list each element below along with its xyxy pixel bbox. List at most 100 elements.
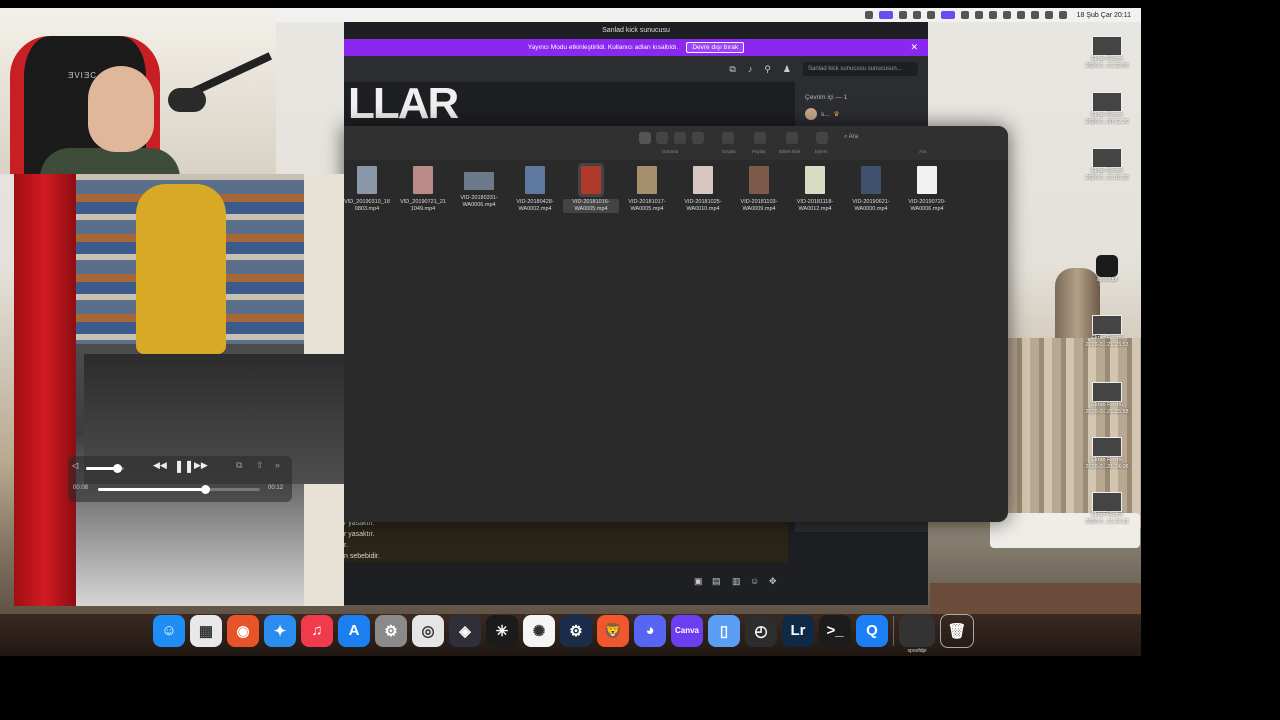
dock-finder-icon[interactable]: ☺	[153, 614, 185, 647]
wifi-icon[interactable]	[1016, 11, 1025, 19]
desktop-icon[interactable]: Ekran Resmi 2026-0...21.23.53	[1072, 315, 1142, 349]
display-icon[interactable]	[960, 11, 969, 19]
threads-icon[interactable]: ⧉	[729, 64, 735, 75]
screenshot-icon[interactable]	[864, 11, 873, 19]
file-item[interactable]: VID-20190720- WA0006.mp4	[899, 166, 955, 213]
file-item[interactable]: VID-20181016- WA0005.mp4	[563, 163, 619, 213]
file-name: VID-20181118- WA0012.mp4	[796, 199, 834, 212]
dock-discord-icon[interactable]: ◕	[634, 614, 666, 647]
dock-chrome-icon[interactable]: ◎	[412, 614, 444, 647]
disable-streamer-mode-button[interactable]: Devre dışı bırak	[686, 42, 745, 53]
close-icon[interactable]: ✕	[910, 39, 918, 56]
notification-bell-icon[interactable]: ♪	[748, 64, 753, 74]
screen-share-icon[interactable]	[940, 11, 955, 19]
share-button[interactable]	[754, 132, 766, 144]
video-player[interactable]	[14, 174, 344, 606]
menu-bar-clock[interactable]: 18 Şub Çar 20:11	[1077, 12, 1131, 19]
file-item[interactable]: VID-20181025- WA0010.mp4	[675, 166, 731, 213]
apps-icon[interactable]: ✥	[769, 576, 777, 587]
desktop-icon[interactable]: Ekran Resmi 2026-0...21.24.06	[1072, 437, 1142, 471]
screenshot-thumbnail	[1092, 382, 1122, 402]
screenshot-thumbnail	[1092, 437, 1122, 457]
siri-icon[interactable]	[1058, 11, 1067, 19]
dock-terminal-icon[interactable]: >_	[819, 614, 851, 647]
column-view-button[interactable]	[674, 132, 686, 144]
file-item[interactable]: VID-20180331- WA0006.mp4	[451, 166, 507, 209]
desktop-icon[interactable]: Ekran Resmi 2026-0...21.23.58	[1072, 382, 1142, 416]
dock-canva-icon[interactable]: Canva	[671, 614, 703, 647]
progress-bar[interactable]	[98, 485, 260, 494]
picture-in-picture-icon[interactable]: ⧉	[236, 460, 242, 471]
desktop-icon[interactable]: Ekran Resmi 2026-0...21.24.22	[1072, 492, 1142, 526]
file-item[interactable]: VID_20190721_21 1049.mp4	[395, 166, 451, 213]
gif-icon[interactable]: ▤	[712, 576, 721, 587]
search-icon[interactable]	[1030, 11, 1039, 19]
dock-folder-icon[interactable]: spoofdpi	[899, 614, 935, 654]
stage-manager-icon[interactable]	[878, 11, 893, 19]
dock-steam-icon[interactable]: ⚙	[560, 614, 592, 647]
server-search-input[interactable]: Sanlad kick sunucusu sunucusun...	[803, 62, 918, 76]
dock-perplexity-icon[interactable]: ✳	[486, 614, 518, 647]
toolbar-label: Eylem	[815, 149, 828, 154]
gift-icon[interactable]: ▣	[694, 576, 703, 587]
message-line: r yasaktır.	[344, 531, 375, 538]
file-item[interactable]: VID-20181103- WA0009.mp4	[731, 166, 787, 213]
desktop-icon-label: spoofdpi	[1096, 277, 1118, 283]
file-name: VID-20190621- WA0000.mp4	[852, 199, 890, 212]
file-item[interactable]: VID_20190310_18 0803.mp4	[339, 166, 395, 213]
file-item[interactable]: VID-20181017- WA0005.mp4	[619, 166, 675, 213]
keyboard-icon[interactable]	[1002, 11, 1011, 19]
battery-icon[interactable]	[988, 11, 997, 19]
dock-app-store-icon[interactable]: A	[338, 614, 370, 647]
dock-firefox-icon[interactable]: ◉	[227, 614, 259, 647]
dock-chatgpt-icon[interactable]: ✺	[523, 614, 555, 647]
dock-glyph: ▦	[198, 622, 214, 640]
more-icon[interactable]: »	[275, 460, 280, 470]
dock-preview-icon[interactable]: ▯	[708, 614, 740, 647]
video-thumbnail	[805, 166, 825, 194]
action-button[interactable]	[816, 132, 828, 144]
dock-music-icon[interactable]: ♫	[301, 614, 333, 647]
fast-forward-icon[interactable]: ▶▶	[194, 460, 208, 471]
dock-trash-icon[interactable]: 🗑	[940, 613, 974, 648]
desktop-icon-label: Ekran Resmi 2026-0...00.12.20	[1085, 112, 1129, 125]
video-thumbnail	[861, 166, 881, 194]
pin-icon[interactable]: ⚲	[764, 64, 771, 75]
desktop-icon[interactable]: spoofdpi	[1072, 255, 1142, 284]
gallery-view-button[interactable]	[692, 132, 704, 144]
dock-launchpad-icon[interactable]: ▦	[190, 614, 222, 647]
desktop-icon[interactable]: Ekran Resmi 2026-0...00.12.20	[1072, 92, 1142, 126]
group-button[interactable]	[722, 132, 734, 144]
icon-view-button[interactable]	[639, 132, 651, 144]
record-icon[interactable]	[926, 11, 935, 19]
share-icon[interactable]: ⇧	[256, 460, 264, 471]
file-item[interactable]: VID-20190621- WA0000.mp4	[843, 166, 899, 213]
list-view-button[interactable]	[656, 132, 668, 144]
progress-knob[interactable]	[200, 485, 210, 494]
member-list-icon[interactable]: ♟	[783, 64, 791, 75]
headphones-icon[interactable]	[912, 11, 921, 19]
settings-icon[interactable]	[898, 11, 907, 19]
desktop-icon[interactable]: Ekran Resmi 2026-0...21.22.06	[1072, 36, 1142, 70]
pause-icon[interactable]: ❚❚	[174, 459, 194, 473]
dock-activity-monitor-icon[interactable]: ◴	[745, 614, 777, 647]
volume-icon[interactable]: ◁	[72, 461, 78, 470]
finder-search-input[interactable]: ⌕ Ara	[844, 134, 994, 141]
control-center-icon[interactable]	[1044, 11, 1053, 19]
member-item[interactable]: s... ♛	[805, 108, 840, 120]
dock-brave-icon[interactable]: 🦁	[597, 614, 629, 647]
dock-quicktime-icon[interactable]: Q	[856, 614, 888, 647]
file-item[interactable]: VID-20180428- WA0002.mp4	[507, 166, 563, 213]
volume-knob[interactable]	[113, 464, 123, 473]
rewind-icon[interactable]: ◀◀	[153, 460, 167, 471]
dock-safari-icon[interactable]: ✦	[264, 614, 296, 647]
emoji-icon[interactable]: ☺	[750, 576, 759, 586]
bluetooth-icon[interactable]	[974, 11, 983, 19]
dock-davinci-resolve-icon[interactable]: ◈	[449, 614, 481, 647]
desktop-icon[interactable]: Ekran Resmi 2026-0...21.16.20	[1072, 148, 1142, 182]
file-item[interactable]: VID-20181118- WA0012.mp4	[787, 166, 843, 213]
dock-lightroom-icon[interactable]: Lr	[782, 614, 814, 647]
tag-button[interactable]	[786, 132, 798, 144]
sticker-icon[interactable]: ▥	[732, 576, 741, 587]
dock-system-settings-icon[interactable]: ⚙	[375, 614, 407, 647]
